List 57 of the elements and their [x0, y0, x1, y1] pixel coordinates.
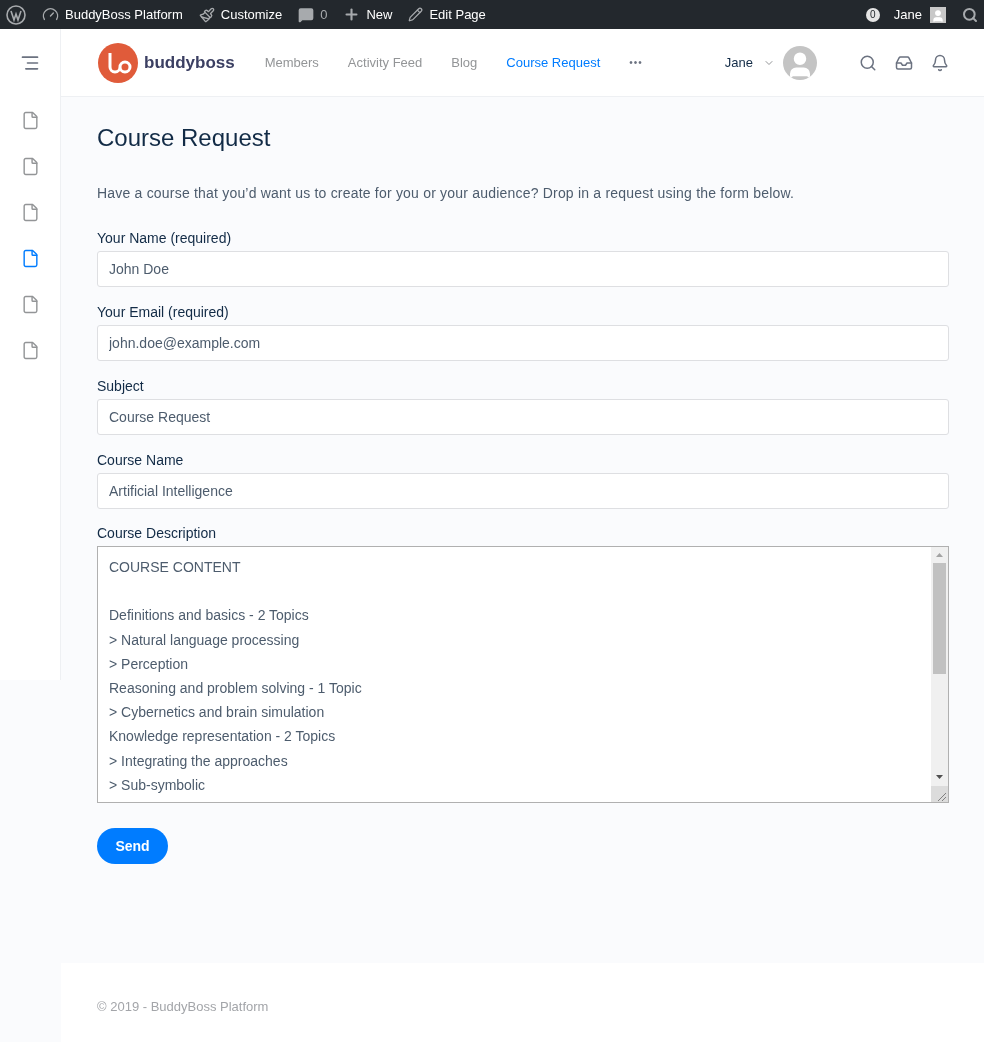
- admin-bar-link[interactable]: 0: [298, 4, 328, 25]
- textarea-line: Definitions and basics - 2 Topics: [109, 606, 310, 626]
- page-icon[interactable]: [20, 111, 40, 130]
- avatar-icon: [930, 6, 946, 23]
- textarea-line: > Cybernetics and brain simulation: [109, 703, 326, 723]
- page-icon[interactable]: [20, 157, 40, 176]
- bell-icon[interactable]: [931, 53, 949, 72]
- field-label: Subject: [97, 377, 145, 396]
- inbox-icon[interactable]: [895, 53, 913, 72]
- logo-text[interactable]: buddyboss: [144, 49, 235, 76]
- textarea-line: Knowledge representation - 2 Topics: [109, 727, 337, 747]
- field-label: Course Name: [97, 451, 185, 470]
- menu-icon[interactable]: [20, 53, 40, 73]
- input-field[interactable]: John Doe: [97, 251, 949, 287]
- gauge-icon: [42, 6, 59, 23]
- pencil-icon: [408, 7, 424, 22]
- scroll-down-icon[interactable]: [936, 775, 943, 779]
- admin-bar-link[interactable]: New: [343, 4, 393, 25]
- send-button[interactable]: Send: [97, 828, 168, 864]
- textarea-line: > Integrating the approaches: [109, 751, 289, 771]
- brush-icon: [198, 6, 215, 23]
- wordpress-logo-icon[interactable]: [6, 4, 26, 25]
- notification-count[interactable]: 0: [865, 7, 880, 22]
- admin-bar-user[interactable]: Jane: [893, 4, 922, 25]
- admin-bar-link[interactable]: Edit Page: [408, 4, 486, 25]
- buddyboss-logo-icon[interactable]: [98, 42, 138, 83]
- page-icon[interactable]: [20, 295, 40, 314]
- field-label: Course Description: [97, 524, 218, 543]
- textarea-line: COURSE CONTENT: [109, 558, 242, 577]
- input-field[interactable]: Course Request: [97, 399, 949, 435]
- nav-link[interactable]: Course Request: [506, 52, 601, 73]
- textarea-line: Reasoning and problem solving - 1 Topic: [109, 678, 363, 698]
- scroll-up-icon[interactable]: [936, 553, 943, 557]
- footer-text: © 2019 - BuddyBoss Platform: [97, 999, 269, 1014]
- resize-grip-icon[interactable]: [931, 786, 948, 802]
- page-icon[interactable]: [20, 203, 40, 222]
- intro-text: Have a course that you’d want us to create for you or your audience? Drop in a request using the form below.: [97, 184, 796, 203]
- comment-icon: [298, 6, 315, 23]
- search-icon[interactable]: [859, 53, 877, 72]
- page-title: Course Request: [97, 123, 272, 153]
- textarea-line: > Natural language processing: [109, 630, 301, 650]
- input-field[interactable]: Artificial Intelligence: [97, 473, 949, 509]
- page-icon[interactable]: [20, 341, 40, 360]
- user-name[interactable]: Jane: [724, 52, 753, 73]
- plus-icon: [343, 6, 361, 23]
- page-icon[interactable]: [20, 249, 40, 268]
- field-label: Your Name (required): [97, 229, 233, 248]
- scrollbar[interactable]: [931, 547, 948, 802]
- textarea-line: > Perception: [109, 654, 189, 674]
- avatar-icon[interactable]: [783, 45, 817, 80]
- more-menu[interactable]: •••: [629, 55, 643, 70]
- admin-bar-link[interactable]: Customize: [198, 4, 283, 25]
- admin-bar-link[interactable]: BuddyBoss Platform: [42, 4, 183, 25]
- input-field[interactable]: john.doe@example.com: [97, 325, 949, 361]
- field-label: Your Email (required): [97, 303, 230, 322]
- search-icon[interactable]: [962, 6, 978, 23]
- textarea-line: > Sub-symbolic: [109, 775, 207, 795]
